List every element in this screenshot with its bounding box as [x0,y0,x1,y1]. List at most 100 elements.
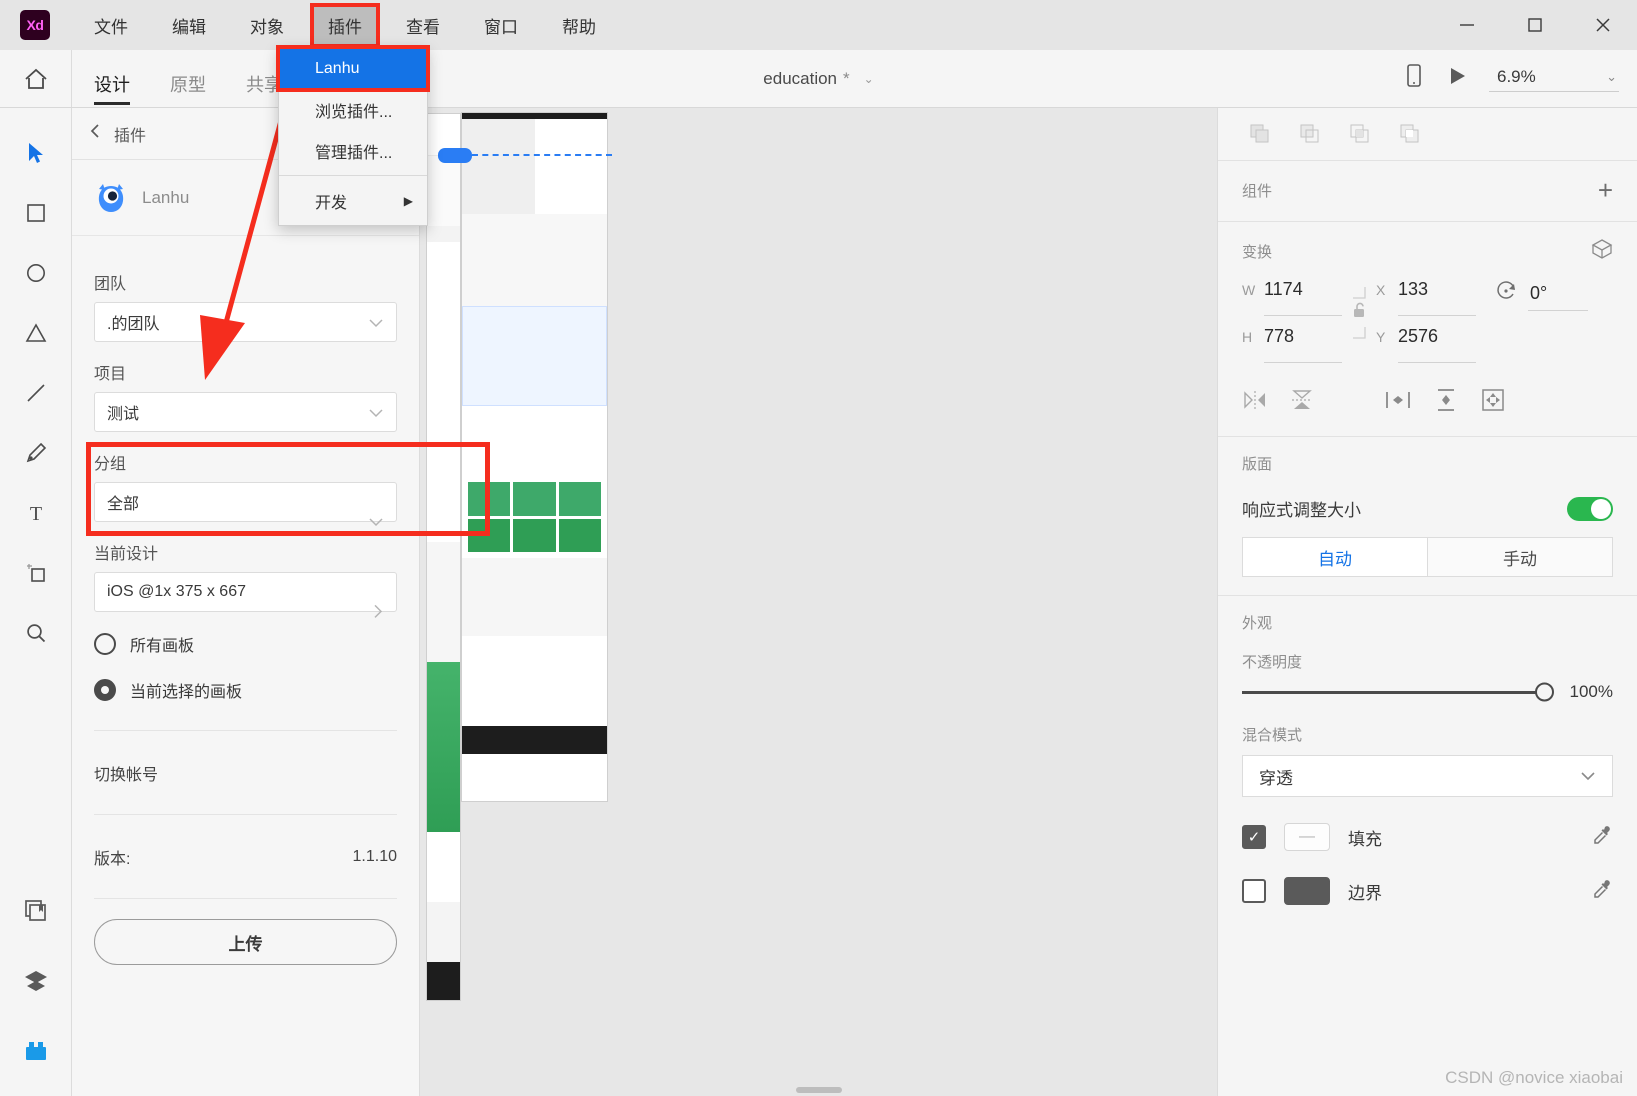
plugin-panel-back-label: 插件 [114,127,147,145]
lanhu-owl-icon [94,181,128,215]
menu-plugins[interactable]: 插件 [310,2,380,48]
layout-mode-auto[interactable]: 自动 [1242,537,1428,577]
chevron-down-icon[interactable] [1580,766,1596,786]
layers-icon[interactable] [13,958,59,1004]
mobile-preview-icon[interactable] [1403,63,1425,94]
fill-swatch[interactable]: — [1284,823,1330,851]
unlock-icon[interactable] [1351,301,1367,324]
exclude-overlap-icon[interactable] [1392,116,1426,150]
transform-fields: W 1174 H 778 X 133 Y 2576 0° [1242,279,1613,373]
add-component-button[interactable]: + [1598,177,1613,203]
chevron-down-icon[interactable]: ⌄ [864,72,874,86]
distribute-vertical-icon[interactable] [1434,387,1458,418]
opacity-slider-handle[interactable] [1535,682,1554,702]
polygon-tool[interactable] [13,310,59,356]
chevron-down-icon[interactable] [368,515,384,530]
dropdown-item-browse-plugins[interactable]: 浏览插件... [279,89,427,130]
selected-object-indicator[interactable] [438,148,472,163]
horizontal-scrollbar[interactable] [795,1087,842,1093]
rotation-field[interactable]: 0° [1494,279,1588,308]
radio-selected-artboards[interactable]: 当前选择的画板 [94,678,397,702]
width-field[interactable]: W 1174 [1242,279,1342,313]
height-field[interactable]: H 778 [1242,326,1342,360]
select-tool[interactable] [13,130,59,176]
chevron-left-icon[interactable] [90,123,102,144]
current-design-field[interactable]: iOS @1x 375 x 667 [94,572,397,618]
radio-icon[interactable] [94,633,116,655]
border-checkbox[interactable]: ✓ [1242,879,1266,903]
libraries-icon[interactable] [13,888,59,934]
close-button[interactable] [1569,0,1637,50]
zoom-level-value: 6.9% [1497,67,1536,86]
appearance-title: 外观 [1242,615,1273,632]
flip-vertical-icon[interactable] [1290,388,1314,417]
dropdown-item-manage-plugins[interactable]: 管理插件... [279,130,427,171]
menu-object[interactable]: 对象 [236,7,298,44]
group-label: 分组 [94,456,127,473]
artboard-tool[interactable] [13,550,59,596]
intersect-shape-icon[interactable] [1342,116,1376,150]
opacity-slider[interactable] [1242,682,1554,702]
group-value: 全部 [107,496,140,513]
y-field[interactable]: Y 2576 [1376,326,1476,360]
plugins-icon[interactable] [13,1028,59,1074]
home-icon[interactable] [0,50,72,107]
team-select[interactable]: .的团队 [94,302,397,342]
3d-transform-icon[interactable] [1591,238,1613,265]
menu-edit[interactable]: 编辑 [158,7,220,44]
switch-account-row[interactable]: 切换帐号 [94,730,397,814]
responsive-resize-toggle[interactable] [1567,496,1613,521]
chevron-right-icon[interactable] [372,603,384,622]
fill-checkbox[interactable]: ✓ [1242,825,1266,849]
project-value: 测试 [107,406,140,423]
zoom-tool[interactable] [13,610,59,656]
menu-window[interactable]: 窗口 [470,7,532,44]
blend-mode-select[interactable]: 穿透 [1242,755,1613,797]
chevron-down-icon[interactable] [368,316,384,331]
rotate-icon[interactable] [1494,279,1518,308]
zoom-control[interactable]: 6.9% ⌄ [1489,65,1619,92]
artboard-mobile-thumbnail[interactable] [426,113,461,1001]
dropdown-item-develop[interactable]: 开发 ▶ [279,180,427,221]
resize-to-fit-icon[interactable] [1480,387,1506,418]
chevron-down-icon[interactable]: ⌄ [1606,69,1617,85]
x-field[interactable]: X 133 [1376,279,1476,313]
chevron-down-icon[interactable] [368,406,384,421]
group-select[interactable]: 全部 [94,482,397,527]
border-swatch[interactable] [1284,877,1330,905]
menu-help[interactable]: 帮助 [548,7,610,44]
tab-prototype[interactable]: 原型 [170,71,228,107]
minimize-button[interactable] [1433,0,1501,50]
flip-horizontal-icon[interactable] [1242,389,1268,416]
radio-all-artboards[interactable]: 所有画板 [94,632,397,656]
design-canvas[interactable] [420,108,1217,1096]
pen-tool[interactable] [13,430,59,476]
line-tool[interactable] [13,370,59,416]
menu-view[interactable]: 查看 [392,7,454,44]
eyedropper-icon[interactable] [1591,878,1613,905]
play-icon[interactable] [1445,64,1469,93]
blend-mode-value: 穿透 [1259,768,1293,788]
radio-selected-artboards-label: 当前选择的画板 [130,684,243,701]
opacity-slider-row: 100% [1242,682,1613,702]
tab-design[interactable]: 设计 [94,71,152,107]
dropdown-item-lanhu[interactable]: Lanhu [276,45,430,92]
menu-file[interactable]: 文件 [80,7,142,44]
artboards-container [420,108,1217,1096]
add-shape-icon[interactable] [1242,116,1276,150]
rectangle-tool[interactable] [13,190,59,236]
radio-icon[interactable] [94,679,116,701]
upload-button[interactable]: 上传 [94,919,397,965]
layout-mode-manual[interactable]: 手动 [1428,537,1613,577]
transform-section: 变换 W 1174 H 778 X 133 Y 2576 0° [1218,222,1637,437]
maximize-button[interactable] [1501,0,1569,50]
ellipse-tool[interactable] [13,250,59,296]
app-toolbar: 设计 原型 共享 education * ⌄ 6.9% ⌄ [0,50,1637,108]
text-tool[interactable]: T [13,490,59,536]
project-select[interactable]: 测试 [94,392,397,432]
artboard-desktop-thumbnail[interactable] [461,112,608,802]
distribute-horizontal-icon[interactable] [1384,389,1412,416]
subtract-shape-icon[interactable] [1292,116,1326,150]
opacity-value: 100% [1569,682,1613,701]
eyedropper-icon[interactable] [1591,824,1613,851]
